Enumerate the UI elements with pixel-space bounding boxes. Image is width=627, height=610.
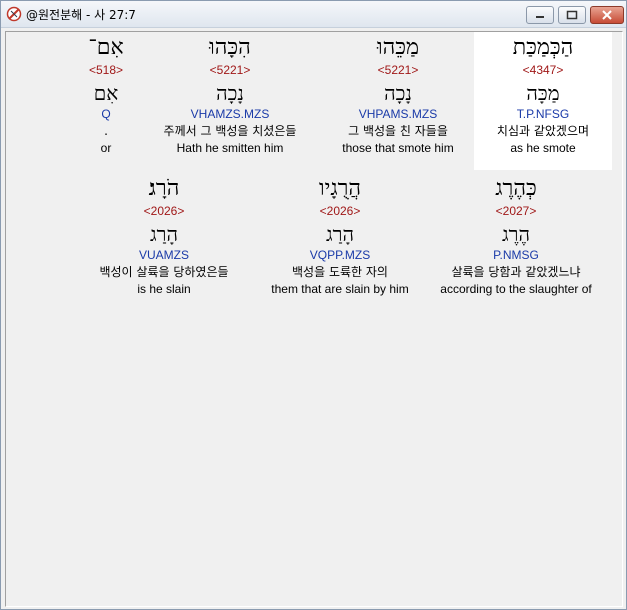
morphology: VHAMZS.MZS <box>190 107 270 121</box>
lemma: נָכָה <box>384 81 412 105</box>
hebrew-word: אִם־ <box>88 35 124 60</box>
morphology: P.NMSG <box>493 248 539 262</box>
strong-number: <2027> <box>495 204 537 218</box>
korean-translation: 주께서 그 백성을 치셨은들 <box>163 124 297 138</box>
english-translation: them that are slain by him <box>271 282 409 296</box>
korean-translation: 살륙을 당함과 같았겠느냐 <box>451 265 581 279</box>
korean-translation: 백성을 도륙한 자의 <box>292 265 388 279</box>
english-translation: according to the slaughter of <box>440 282 592 296</box>
minimize-icon <box>536 16 544 18</box>
word-cell[interactable]: הֲרֻגָיו <2026> הָרַג VQPP.MZS 백성을 도륙한 자… <box>260 175 420 305</box>
maximize-button[interactable] <box>558 6 586 24</box>
close-button[interactable] <box>590 6 624 24</box>
word-cell[interactable]: מַכֵּהוּ <5221> נָכָה VHPAMS.MZS 그 백성을 친… <box>322 34 474 164</box>
strong-number: <2026> <box>143 204 185 218</box>
lemma: הָרַג <box>150 222 178 246</box>
word-cell-selected[interactable]: הַכְּמַכַּת <4347> מַכָּה T.P.NFSG 치심과 같… <box>474 32 612 170</box>
strong-number: <2026> <box>319 204 361 218</box>
english-translation: or <box>100 141 112 155</box>
english-translation: as he smote <box>510 141 576 155</box>
close-icon <box>602 10 612 20</box>
hebrew-word: הֲרֻגָיו <box>318 176 362 201</box>
app-logo-icon <box>6 6 22 22</box>
hebrew-word: הַכְּמַכַּת <box>512 35 574 60</box>
lemma: אִם <box>93 81 119 105</box>
korean-translation: . <box>104 124 108 138</box>
lemma: הֶרֶג <box>502 222 530 246</box>
hebrew-word: הֹרָג׃ <box>148 176 180 201</box>
word-cell[interactable]: כְּהֶרֶג <2027> הֶרֶג P.NMSG 살륙을 당함과 같았겠… <box>426 175 606 305</box>
analysis-pane[interactable]: אִם־ <518> אִם Q . or הִכָּהוּ <5221> נָ… <box>5 31 623 607</box>
korean-translation: 치심과 같았겠으며 <box>496 124 590 138</box>
word-cell[interactable]: אִם־ <518> אִם Q . or <box>66 34 146 164</box>
title-bar[interactable]: @원전분해 - 사 27:7 <box>1 1 626 28</box>
hebrew-word: מַכֵּהוּ <box>376 35 420 60</box>
lemma: נָכָה <box>216 81 244 105</box>
morphology: VUAMZS <box>138 248 189 262</box>
korean-translation: 백성이 살륙을 당하였은들 <box>99 265 229 279</box>
morphology: T.P.NFSG <box>516 107 570 121</box>
strong-number: <5221> <box>377 63 419 77</box>
korean-translation: 그 백성을 친 자들을 <box>348 124 448 138</box>
lemma: מַכָּה <box>526 81 560 105</box>
strong-number: <518> <box>88 63 124 77</box>
english-translation: is he slain <box>137 282 191 296</box>
hebrew-word: כְּהֶרֶג <box>495 176 537 201</box>
word-cell[interactable]: הִכָּהוּ <5221> נָכָה VHAMZS.MZS 주께서 그 백… <box>140 34 320 164</box>
hebrew-word: הִכָּהוּ <box>209 35 251 60</box>
minimize-button[interactable] <box>526 6 554 24</box>
morphology: Q <box>101 107 111 121</box>
morphology: VHPAMS.MZS <box>358 107 438 121</box>
english-translation: those that smote him <box>342 141 454 155</box>
maximize-icon <box>566 10 578 20</box>
morphology: VQPP.MZS <box>309 248 371 262</box>
english-translation: Hath he smitten him <box>176 141 284 155</box>
app-window: @원전분해 - 사 27:7 אִם־ <518> אִם Q . or הִכ… <box>0 0 627 610</box>
window-title: @원전분해 - 사 27:7 <box>26 8 136 22</box>
lemma: הָרַג <box>326 222 354 246</box>
strong-number: <4347> <box>522 63 564 77</box>
word-cell[interactable]: הֹרָג׃ <2026> הָרַג VUAMZS 백성이 살륙을 당하였은들… <box>76 175 252 305</box>
strong-number: <5221> <box>209 63 251 77</box>
